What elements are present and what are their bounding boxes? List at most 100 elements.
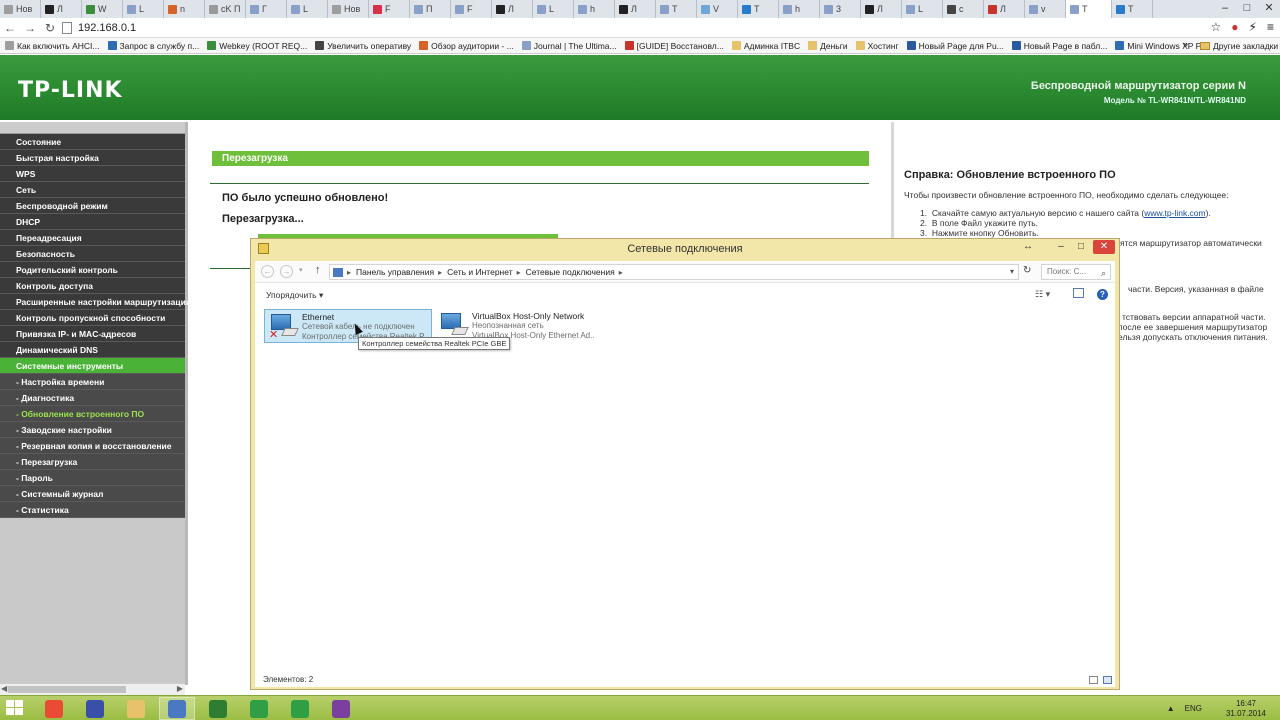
up-icon[interactable]: ↑ xyxy=(315,264,321,276)
windows-start-icon[interactable] xyxy=(6,700,24,717)
browser-tab[interactable]: F xyxy=(451,0,492,18)
breadcrumb-item[interactable]: Сетевые подключения xyxy=(526,267,615,277)
breadcrumb[interactable]: ▸ Панель управления ▸ Сеть и Интернет ▸ … xyxy=(329,264,1019,280)
bookmark-item[interactable]: Mini Windows XP Pr... xyxy=(1115,41,1211,51)
browser-tab[interactable]: L xyxy=(123,0,164,18)
chevron-right-icon[interactable]: ▸ xyxy=(347,268,351,277)
browser-tab[interactable]: h xyxy=(779,0,820,18)
scroll-right-icon[interactable]: ▶ xyxy=(177,684,183,693)
sidebar-menu-item[interactable]: - Обновление встроенного ПО xyxy=(0,406,185,422)
search-icon[interactable]: ⌕ xyxy=(1101,266,1106,280)
view-options-icon[interactable]: ☷ ▾ xyxy=(1035,289,1050,300)
bookmark-item[interactable]: Админка ITBC xyxy=(731,41,800,51)
sidebar-menu-item[interactable]: Безопасность xyxy=(0,246,185,262)
bookmark-item[interactable]: Journal | The Ultima... xyxy=(521,41,617,51)
sidebar-menu-item[interactable]: Контроль пропускной способности xyxy=(0,310,185,326)
bookmark-item[interactable]: Как включить AHCI... xyxy=(5,41,100,51)
browser-tab[interactable]: c xyxy=(943,0,984,18)
taskbar-app-camtasia-c2[interactable] xyxy=(282,697,318,720)
url-input[interactable]: 192.168.0.1 xyxy=(62,20,1202,36)
bookmark-item[interactable]: Webkey (ROOT REQ... xyxy=(207,41,307,51)
browser-tab[interactable]: П xyxy=(410,0,451,18)
close-icon[interactable]: ✕ xyxy=(1258,0,1280,18)
sidebar-scrollbar[interactable]: ◀ ▶ xyxy=(0,683,185,695)
bookmark-item[interactable]: [GUIDE] Восстановл... xyxy=(624,41,724,51)
help-icon[interactable]: ? xyxy=(1097,289,1108,300)
browser-tab[interactable]: T xyxy=(656,0,697,18)
opera-icon[interactable]: ● xyxy=(1231,20,1238,34)
sidebar-menu-item[interactable]: DHCP xyxy=(0,214,185,230)
taskbar-app-save-app[interactable] xyxy=(77,697,113,720)
chevron-right-icon[interactable]: ▸ xyxy=(517,268,521,277)
taskbar-app-network-connections[interactable] xyxy=(159,697,195,720)
organize-button[interactable]: Упорядочить ▾ xyxy=(266,290,323,301)
sidebar-menu-item[interactable]: Беспроводной режим xyxy=(0,198,185,214)
sidebar-menu-item[interactable]: - Перезагрузка xyxy=(0,454,185,470)
maximize-icon[interactable]: □ xyxy=(1236,0,1258,18)
menu-icon[interactable]: ≡ xyxy=(1267,20,1274,34)
browser-tab[interactable]: v xyxy=(1025,0,1066,18)
maximize-button[interactable]: □ xyxy=(1073,240,1089,254)
sidebar-menu-item[interactable]: Контроль доступа xyxy=(0,278,185,294)
other-bookmarks[interactable]: Другие закладки xyxy=(1200,38,1278,53)
tray-expand-icon[interactable]: ▲ xyxy=(1167,704,1175,713)
forward-icon[interactable]: → xyxy=(280,265,293,278)
browser-tab[interactable]: T xyxy=(738,0,779,18)
sidebar-menu-item[interactable]: - Системный журнал xyxy=(0,486,185,502)
browser-tab[interactable]: Л xyxy=(492,0,533,18)
browser-tab[interactable]: Л xyxy=(861,0,902,18)
bookmark-item[interactable]: Деньги xyxy=(808,41,848,51)
bookmark-item[interactable]: Обзор аудитории - ... xyxy=(419,41,514,51)
bookmark-item[interactable]: Новый Page для Pu... xyxy=(906,41,1004,51)
breadcrumb-item[interactable]: Сеть и Интернет xyxy=(447,267,512,277)
back-icon[interactable]: ← xyxy=(261,265,274,278)
bookmark-item[interactable]: Хостинг xyxy=(855,41,899,51)
scroll-thumb[interactable] xyxy=(8,686,126,693)
sidebar-menu-item[interactable]: Динамический DNS xyxy=(0,342,185,358)
sidebar-menu-item[interactable]: WPS xyxy=(0,166,185,182)
resize-icon[interactable]: ↔ xyxy=(1021,240,1035,254)
sidebar-menu-item[interactable]: - Настройка времени xyxy=(0,374,185,390)
taskbar-app-file-explorer[interactable] xyxy=(118,697,154,720)
bookmark-item[interactable]: Новый Page в пабл... xyxy=(1011,41,1107,51)
scroll-left-icon[interactable]: ◀ xyxy=(1,684,7,693)
minimize-icon[interactable]: – xyxy=(1214,0,1236,18)
bookmark-star-icon[interactable]: ☆ xyxy=(1211,20,1222,34)
taskbar-app-camtasia-c1[interactable] xyxy=(241,697,277,720)
preview-pane-icon[interactable] xyxy=(1073,288,1084,298)
browser-tab[interactable]: cK П xyxy=(205,0,246,18)
browser-tab[interactable]: Нов xyxy=(0,0,41,18)
browser-tab[interactable]: T xyxy=(1066,0,1112,18)
browser-tab[interactable]: F xyxy=(369,0,410,18)
sidebar-menu-item[interactable]: Сеть xyxy=(0,182,185,198)
browser-tab[interactable]: V xyxy=(697,0,738,18)
back-icon[interactable]: ← xyxy=(0,21,20,35)
breadcrumb-item[interactable]: Панель управления xyxy=(356,267,434,277)
chevron-down-icon[interactable]: ▾ xyxy=(1010,267,1014,276)
chevron-right-icon[interactable]: ▸ xyxy=(619,268,623,277)
browser-tab[interactable]: h xyxy=(574,0,615,18)
search-input[interactable]: Поиск: С... ⌕ xyxy=(1041,264,1111,280)
chevron-down-icon[interactable]: ▾ xyxy=(299,266,303,274)
taskbar-app-winrar[interactable] xyxy=(323,697,359,720)
sidebar-menu-item[interactable]: Состояние xyxy=(0,134,185,150)
browser-tab[interactable]: L xyxy=(902,0,943,18)
sidebar-menu-item[interactable]: Привязка IP- и MAC-адресов xyxy=(0,326,185,342)
details-view-icon[interactable] xyxy=(1089,676,1098,684)
tp-link-link[interactable]: www.tp-link.com xyxy=(1144,208,1205,218)
sidebar-menu-item[interactable]: Родительский контроль xyxy=(0,262,185,278)
bookmark-item[interactable]: Увеличить оперативу xyxy=(315,41,411,51)
sidebar-menu-item[interactable]: - Статистика xyxy=(0,502,185,518)
refresh-icon[interactable]: ↻ xyxy=(1023,265,1031,276)
taskbar-app-chrome[interactable] xyxy=(36,697,72,720)
bookmark-item[interactable]: Запрос в службу п... xyxy=(107,41,199,51)
language-indicator[interactable]: ENG xyxy=(1185,704,1202,713)
clock[interactable]: 16:47 31.07.2014 xyxy=(1226,699,1266,719)
minimize-button[interactable]: – xyxy=(1053,240,1069,254)
sidebar-menu-item[interactable]: Быстрая настройка xyxy=(0,150,185,166)
window-titlebar[interactable]: Сетевые подключения ↔ – □ ✕ xyxy=(251,239,1119,259)
browser-tab[interactable]: 3 xyxy=(820,0,861,18)
close-button[interactable]: ✕ xyxy=(1093,240,1115,254)
sidebar-menu-item[interactable]: - Диагностика xyxy=(0,390,185,406)
browser-tab[interactable]: Нов xyxy=(328,0,369,18)
